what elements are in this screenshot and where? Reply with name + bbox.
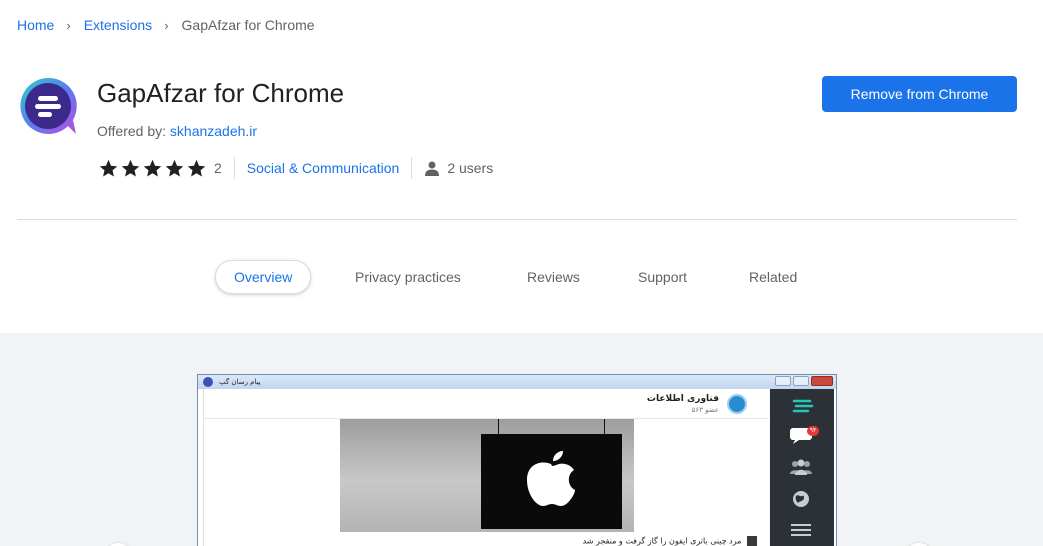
breadcrumb: Home › Extensions › GapAfzar for Chrome (17, 17, 315, 33)
star-icon (143, 159, 162, 177)
tab-bar: Overview Privacy practices Reviews Suppo… (0, 260, 1043, 294)
post-caption: مرد چینی باتری ایفون را گاز گرفت و منفجر… (583, 536, 757, 546)
globe-icon (793, 491, 809, 507)
channel-members: ۵۶۳ عضو (691, 406, 719, 414)
side-rail: ۹۴ (770, 389, 834, 546)
screenshot-gallery: پیام رسان گپ فناوری اطلاعات ۵۶۳ عضو مرد … (0, 333, 1043, 546)
window-titlebar: پیام رسان گپ (198, 375, 836, 389)
chevron-right-icon: › (164, 17, 169, 33)
contacts-icon (790, 459, 812, 475)
chat-header: فناوری اطلاعات ۵۶۳ عضو (204, 389, 769, 419)
tab-privacy-practices[interactable]: Privacy practices (355, 260, 461, 294)
apple-sign (481, 434, 622, 529)
sign-wire (498, 419, 499, 435)
unread-badge: ۹۴ (807, 426, 819, 436)
extension-detail-page: Home › Extensions › GapAfzar for Chrome … (0, 0, 1043, 546)
sign-wire (604, 419, 605, 435)
breadcrumb-extensions-link[interactable]: Extensions (84, 17, 152, 33)
person-icon (425, 161, 440, 176)
gapafzar-logo-icon (20, 77, 77, 134)
offered-by-label: Offered by: (97, 123, 167, 139)
apple-logo-icon (527, 451, 575, 506)
window-title: پیام رسان گپ (219, 378, 261, 386)
rating-stars[interactable] (98, 158, 207, 179)
chevron-right-icon: › (66, 17, 71, 33)
tab-support[interactable]: Support (638, 260, 687, 294)
maximize-icon (793, 376, 809, 386)
developer-link[interactable]: skhanzadeh.ir (170, 123, 257, 139)
app-logo-icon (203, 377, 213, 387)
app-body: فناوری اطلاعات ۵۶۳ عضو مرد چینی باتری ای… (203, 389, 834, 546)
close-icon (811, 376, 833, 386)
user-count: 2 users (424, 160, 493, 176)
star-icon (99, 159, 118, 177)
chat-pane: فناوری اطلاعات ۵۶۳ عضو مرد چینی باتری ای… (203, 389, 769, 546)
tab-related[interactable]: Related (749, 260, 797, 294)
minimize-icon (775, 376, 791, 386)
channel-avatar (727, 394, 747, 414)
star-icon (165, 159, 184, 177)
meta-row: 2 Social & Communication 2 users (98, 157, 493, 179)
extension-title: GapAfzar for Chrome (97, 78, 345, 108)
tab-overview[interactable]: Overview (215, 260, 312, 294)
divider (233, 157, 235, 179)
calendar-icon (747, 536, 757, 546)
rating-count[interactable]: 2 (214, 160, 222, 176)
user-count-label: 2 users (447, 160, 494, 176)
menu-icon (791, 524, 811, 536)
star-icon (187, 159, 206, 177)
gap-logo-icon (792, 399, 814, 413)
breadcrumb-home-link[interactable]: Home (17, 17, 54, 33)
offered-by: Offered by: skhanzadeh.ir (97, 123, 257, 139)
post-image (340, 419, 634, 532)
post-caption-text: مرد چینی باتری ایفون را گاز گرفت و منفجر… (582, 536, 742, 546)
tab-reviews[interactable]: Reviews (527, 260, 580, 294)
window-controls (775, 376, 833, 386)
star-icon (121, 159, 140, 177)
header-divider (17, 219, 1017, 220)
breadcrumb-current: GapAfzar for Chrome (181, 17, 315, 33)
remove-from-chrome-button[interactable]: Remove from Chrome (822, 76, 1017, 112)
category-link[interactable]: Social & Communication (247, 160, 400, 176)
screenshot-image[interactable]: پیام رسان گپ فناوری اطلاعات ۵۶۳ عضو مرد … (197, 374, 837, 546)
divider (411, 157, 413, 179)
channel-name: فناوری اطلاعات (646, 394, 719, 404)
